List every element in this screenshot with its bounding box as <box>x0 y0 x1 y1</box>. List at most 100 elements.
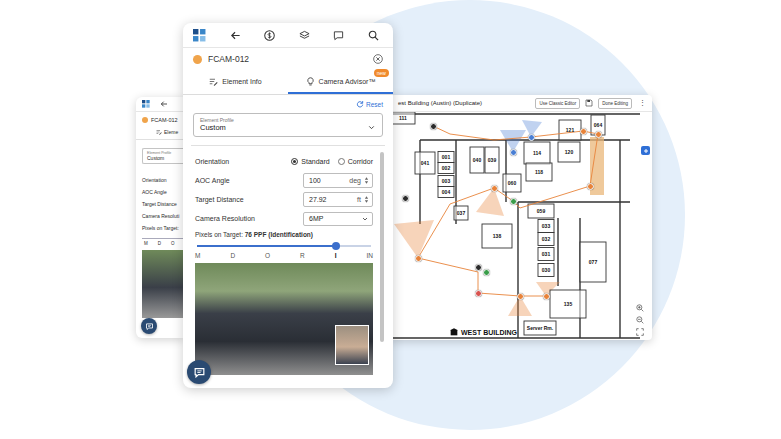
camera-pin[interactable] <box>430 123 437 130</box>
zoom-controls <box>636 304 644 336</box>
scale-label[interactable]: O <box>265 252 270 259</box>
field-suffix: deg <box>349 176 369 185</box>
profile-label: Element Profile <box>147 151 180 155</box>
room-label: 002 <box>442 166 450 171</box>
toolbar <box>136 97 184 112</box>
comment-icon[interactable] <box>333 30 344 41</box>
element-info-icon[interactable] <box>209 77 218 86</box>
radio-label[interactable]: Corridor <box>348 158 373 165</box>
room-label: 114 <box>533 151 541 156</box>
zoom-out-icon[interactable] <box>636 316 644 324</box>
dollar-icon[interactable] <box>264 30 275 41</box>
profile-select[interactable]: Element ProfileCustom <box>193 113 383 137</box>
radio-option[interactable]: Standard <box>291 158 329 165</box>
scale-label[interactable]: IN <box>366 252 373 259</box>
scale-label[interactable]: R <box>300 252 305 259</box>
radio-label[interactable]: Standard <box>301 158 329 165</box>
scrollbar[interactable] <box>380 152 384 342</box>
number-field[interactable]: 100 deg <box>303 173 373 188</box>
chevron-down-icon[interactable] <box>361 215 369 223</box>
close-icon[interactable] <box>373 54 383 64</box>
camera-pin[interactable] <box>475 290 482 297</box>
profile-select[interactable]: Element ProfileCustom <box>142 148 184 164</box>
camera-pin[interactable] <box>587 183 594 190</box>
zoom-in-icon[interactable] <box>636 304 644 312</box>
room-label: 121 <box>566 128 574 133</box>
done-editing-button[interactable]: Done Editing <box>598 98 632 109</box>
number-field[interactable]: 27.92ft <box>303 192 373 207</box>
layer-button[interactable] <box>641 146 650 155</box>
slider-track[interactable] <box>142 238 184 239</box>
tab[interactable]: Camera Advisor™new <box>288 70 393 94</box>
close-button[interactable] <box>373 54 383 64</box>
room-label: 064 <box>594 123 602 128</box>
logo-icon[interactable] <box>142 100 150 108</box>
camera-pin[interactable] <box>475 264 482 271</box>
field-value[interactable]: 100 <box>309 177 321 184</box>
plus-icon[interactable] <box>643 148 649 154</box>
tab-label[interactable]: Element Info <box>222 78 261 85</box>
profile-value[interactable]: Custom <box>200 123 226 132</box>
settings-area: OrientationStandardCorridorAOC Angle100d… <box>191 145 385 388</box>
camera-pin[interactable] <box>510 149 517 156</box>
back-arrow-icon[interactable] <box>230 30 241 41</box>
reset-icon[interactable] <box>356 100 364 108</box>
layers-icon[interactable] <box>299 30 310 41</box>
room-label: 135 <box>564 302 572 307</box>
field-label: AOC Angle <box>136 186 184 198</box>
back-arrow-icon[interactable] <box>160 100 168 108</box>
more-button[interactable]: ⋮ <box>637 99 648 107</box>
ppf-slider[interactable] <box>197 245 371 247</box>
spinner-icon[interactable] <box>364 176 369 185</box>
save-icon[interactable] <box>585 99 593 107</box>
search-icon[interactable] <box>368 30 379 41</box>
tab[interactable]: Eleme <box>136 126 184 140</box>
radio-button[interactable] <box>291 158 298 165</box>
camera-pin[interactable] <box>543 293 550 300</box>
tab-label[interactable]: Camera Advisor™ <box>319 78 376 85</box>
radio-button[interactable] <box>338 158 345 165</box>
tab[interactable]: Element Info <box>183 70 288 94</box>
radio-option[interactable]: Corridor <box>338 158 373 165</box>
camera-pin[interactable] <box>483 269 490 276</box>
select-field[interactable]: 6MP <box>303 212 373 226</box>
spinner-icon[interactable] <box>364 195 369 204</box>
field-label: Camera Resolution <box>195 215 255 222</box>
chat-button[interactable] <box>187 360 211 384</box>
field-value[interactable]: 27.92 <box>309 196 327 203</box>
camera-pin[interactable] <box>415 255 422 262</box>
pixels-value: 76 PPF (Identification) <box>245 231 313 238</box>
chevron-down-icon[interactable] <box>367 123 376 132</box>
tab-label[interactable]: Eleme <box>164 129 178 135</box>
camera-pin[interactable] <box>491 185 498 192</box>
lightbulb-icon[interactable] <box>306 77 315 86</box>
camera-pin[interactable] <box>595 131 602 138</box>
classic-editor-button[interactable]: Use Classic Editor <box>535 98 580 109</box>
slider-handle[interactable] <box>332 242 340 250</box>
toolbar <box>183 23 393 48</box>
room-label: 001 <box>442 155 450 160</box>
reset-label[interactable]: Reset <box>366 101 383 108</box>
fit-view-icon[interactable] <box>636 328 644 336</box>
camera-pin[interactable] <box>510 198 517 205</box>
logo-icon[interactable] <box>193 29 206 42</box>
camera-pin[interactable] <box>517 293 524 300</box>
chat-button[interactable] <box>141 318 157 334</box>
scale-label[interactable]: I <box>335 252 337 259</box>
scale-label[interactable]: D <box>230 252 235 259</box>
profile-value-row[interactable]: Custom <box>200 123 376 132</box>
field-value[interactable]: 6MP <box>309 215 323 222</box>
chat-icon[interactable] <box>193 366 206 379</box>
camera-pin[interactable] <box>580 128 587 135</box>
profile-value[interactable]: Custom <box>147 155 180 161</box>
building-icon <box>450 328 458 336</box>
camera-pin[interactable] <box>528 134 535 141</box>
field-label: Target Distance <box>195 196 244 203</box>
scale-label[interactable]: M <box>195 252 200 259</box>
spacer <box>136 164 184 174</box>
floor-plan[interactable]: 1111210640410010020400391141200031180600… <box>390 112 652 340</box>
reset-link[interactable]: Reset <box>183 95 393 110</box>
chat-icon[interactable] <box>145 322 154 331</box>
profile-label: Element Profile <box>200 117 376 123</box>
camera-pin[interactable] <box>402 195 409 202</box>
